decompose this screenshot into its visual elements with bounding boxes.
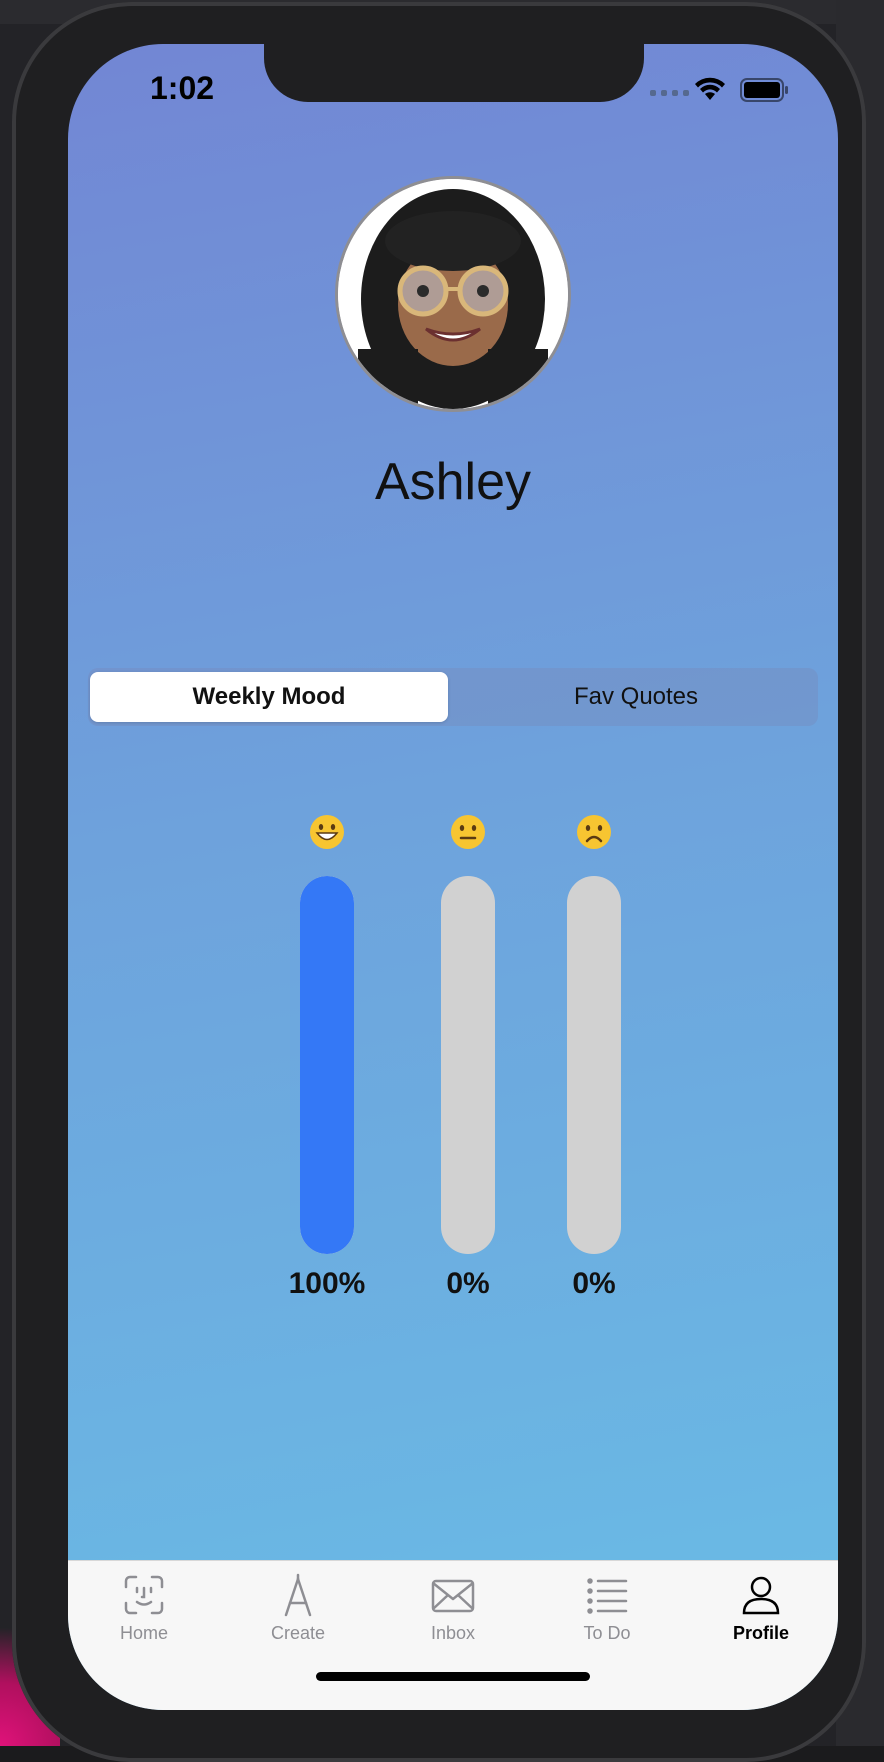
segmented-control: Weekly Mood Fav Quotes [88, 668, 818, 726]
tab-home[interactable]: Home [84, 1573, 204, 1644]
status-indicators [650, 76, 800, 106]
device-notch [264, 44, 644, 102]
memoji-avatar-icon [338, 179, 568, 409]
wifi-icon [695, 77, 725, 100]
tab-to-do-label: To Do [583, 1623, 631, 1643]
tab-to-do[interactable]: To Do [547, 1573, 667, 1644]
list-icon [587, 1578, 628, 1614]
tab-profile[interactable]: Profile [701, 1573, 821, 1644]
iphone-simulator: 1:02 Ashley Weekly Mood Fav Quotes 100% … [12, 2, 866, 1762]
mood-percent-sad: 0% [572, 1267, 616, 1300]
battery-icon [740, 78, 788, 102]
home-indicator[interactable] [316, 1672, 590, 1681]
tab-create[interactable]: Create [238, 1573, 358, 1644]
app-screen: 1:02 Ashley Weekly Mood Fav Quotes 100% … [68, 44, 838, 1710]
mood-bar-happy [300, 876, 354, 1254]
mood-percent-neutral: 0% [446, 1267, 490, 1300]
profile-name: Ashley [374, 453, 532, 511]
mood-bar-fill [300, 876, 354, 1254]
compass-icon [284, 1573, 312, 1617]
envelope-icon [431, 1579, 475, 1613]
frowning-face-icon [577, 815, 611, 849]
segment-fav-quotes[interactable]: Fav Quotes [456, 672, 816, 722]
tab-create-label: Create [270, 1623, 326, 1643]
face-id-icon [124, 1575, 164, 1615]
tab-inbox[interactable]: Inbox [393, 1573, 513, 1644]
segment-weekly-mood[interactable]: Weekly Mood [90, 672, 448, 722]
status-time: 1:02 [150, 70, 215, 106]
cellular-signal-icon [650, 90, 689, 96]
tab-profile-label: Profile [732, 1623, 789, 1643]
mood-percent-happy: 100% [288, 1267, 366, 1300]
mood-bar-neutral [441, 876, 495, 1254]
person-icon [742, 1576, 780, 1615]
avatar [335, 176, 571, 412]
tab-home-label: Home [119, 1623, 168, 1643]
tab-inbox-label: Inbox [430, 1623, 476, 1643]
neutral-face-icon [451, 815, 485, 849]
tab-bar: Home Create Inbox To Do Profile [68, 1560, 838, 1710]
mood-bar-sad [567, 876, 621, 1254]
grinning-face-icon [310, 815, 344, 849]
